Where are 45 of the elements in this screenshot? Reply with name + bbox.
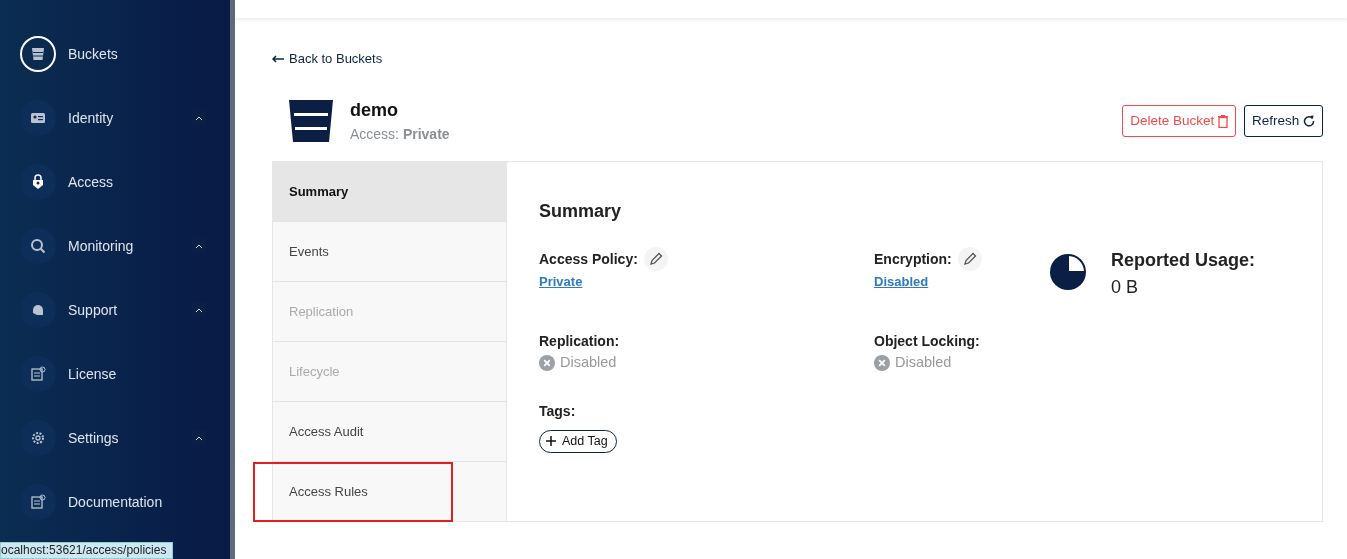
value-link[interactable]: Disabled <box>874 274 929 289</box>
bucket-name: demo <box>350 99 399 122</box>
tags-label: Tags: <box>539 401 577 421</box>
field-label: Encryption: <box>874 249 952 269</box>
edit-icon[interactable] <box>957 247 982 271</box>
trash-icon <box>1217 114 1228 128</box>
chevron-icon[interactable] <box>192 303 206 317</box>
status-text: Disabled <box>539 352 617 374</box>
usage-label: Reported Usage: <box>1111 249 1256 272</box>
sidebar-item[interactable]: Documentation <box>0 470 230 534</box>
pie-chart-icon <box>1049 253 1087 291</box>
value-link[interactable]: Private <box>539 274 583 289</box>
sidebar-item[interactable]: Identity <box>0 86 230 150</box>
chevron-icon[interactable] <box>192 431 206 445</box>
bucket-icon <box>288 99 334 143</box>
x-circle-icon <box>874 354 890 371</box>
refresh-icon <box>1303 115 1315 128</box>
x-circle-icon <box>539 354 555 371</box>
arrow-left-icon <box>272 55 284 63</box>
status-text: Disabled <box>874 352 952 374</box>
sidebar-item[interactable]: Monitoring <box>0 214 230 278</box>
plus-icon <box>545 435 557 448</box>
tab[interactable]: Summary <box>273 162 506 222</box>
sidebar-item[interactable]: Settings <box>0 406 230 470</box>
sidebar-item[interactable]: License <box>0 342 230 406</box>
section-title: Summary <box>539 200 623 223</box>
sidebar-item[interactable]: Access <box>0 150 230 214</box>
field-label: Object Locking: <box>874 332 980 351</box>
back-link[interactable]: Back to Buckets <box>272 49 383 69</box>
field-label: Replication: <box>539 332 620 351</box>
tab[interactable]: Events <box>273 222 506 282</box>
access-text: Access: Private <box>350 125 450 144</box>
chevron-icon[interactable] <box>192 111 206 125</box>
tab[interactable]: Access Audit <box>273 402 506 462</box>
edit-icon[interactable] <box>643 247 668 271</box>
chevron-icon[interactable] <box>192 239 206 253</box>
delete-button[interactable]: Delete Bucket <box>1122 104 1236 138</box>
tab[interactable]: Access Rules <box>253 462 453 522</box>
sidebar-item[interactable]: Support <box>0 278 230 342</box>
status-url: ocalhost:53621/access/policies <box>0 542 174 559</box>
refresh-button[interactable]: Refresh <box>1243 104 1323 138</box>
sidebar-item[interactable]: Buckets <box>0 22 230 86</box>
add-tag-button[interactable]: Add Tag <box>539 429 617 453</box>
usage-value: 0 B <box>1111 276 1140 299</box>
field-label: Access Policy: <box>539 249 638 269</box>
